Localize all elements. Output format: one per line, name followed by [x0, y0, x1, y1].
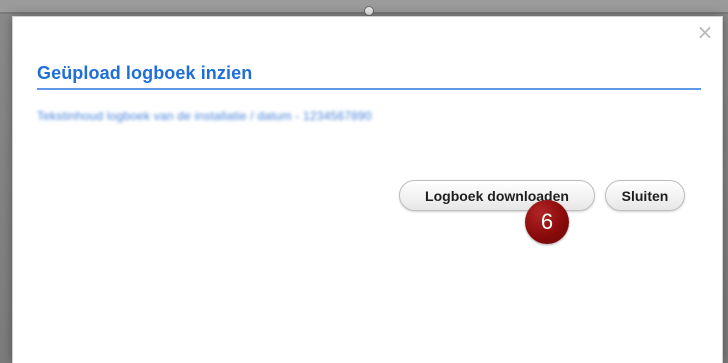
blurred-log-text: Tekstinhoud logboek van de installatie /…: [37, 109, 372, 123]
close-icon[interactable]: ×: [696, 22, 714, 42]
step-badge: 6: [525, 200, 569, 244]
screen: × Geüpload logboek inzien Tekstinhoud lo…: [0, 0, 728, 363]
modal-dialog: × Geüpload logboek inzien Tekstinhoud lo…: [12, 16, 723, 363]
background-divider: [0, 12, 728, 14]
title-underline: [37, 88, 701, 90]
background-dot: [365, 7, 373, 15]
close-button[interactable]: Sluiten: [605, 180, 685, 211]
modal-title: Geüpload logboek inzien: [37, 63, 253, 83]
download-log-button[interactable]: Logboek downloaden: [399, 180, 595, 211]
